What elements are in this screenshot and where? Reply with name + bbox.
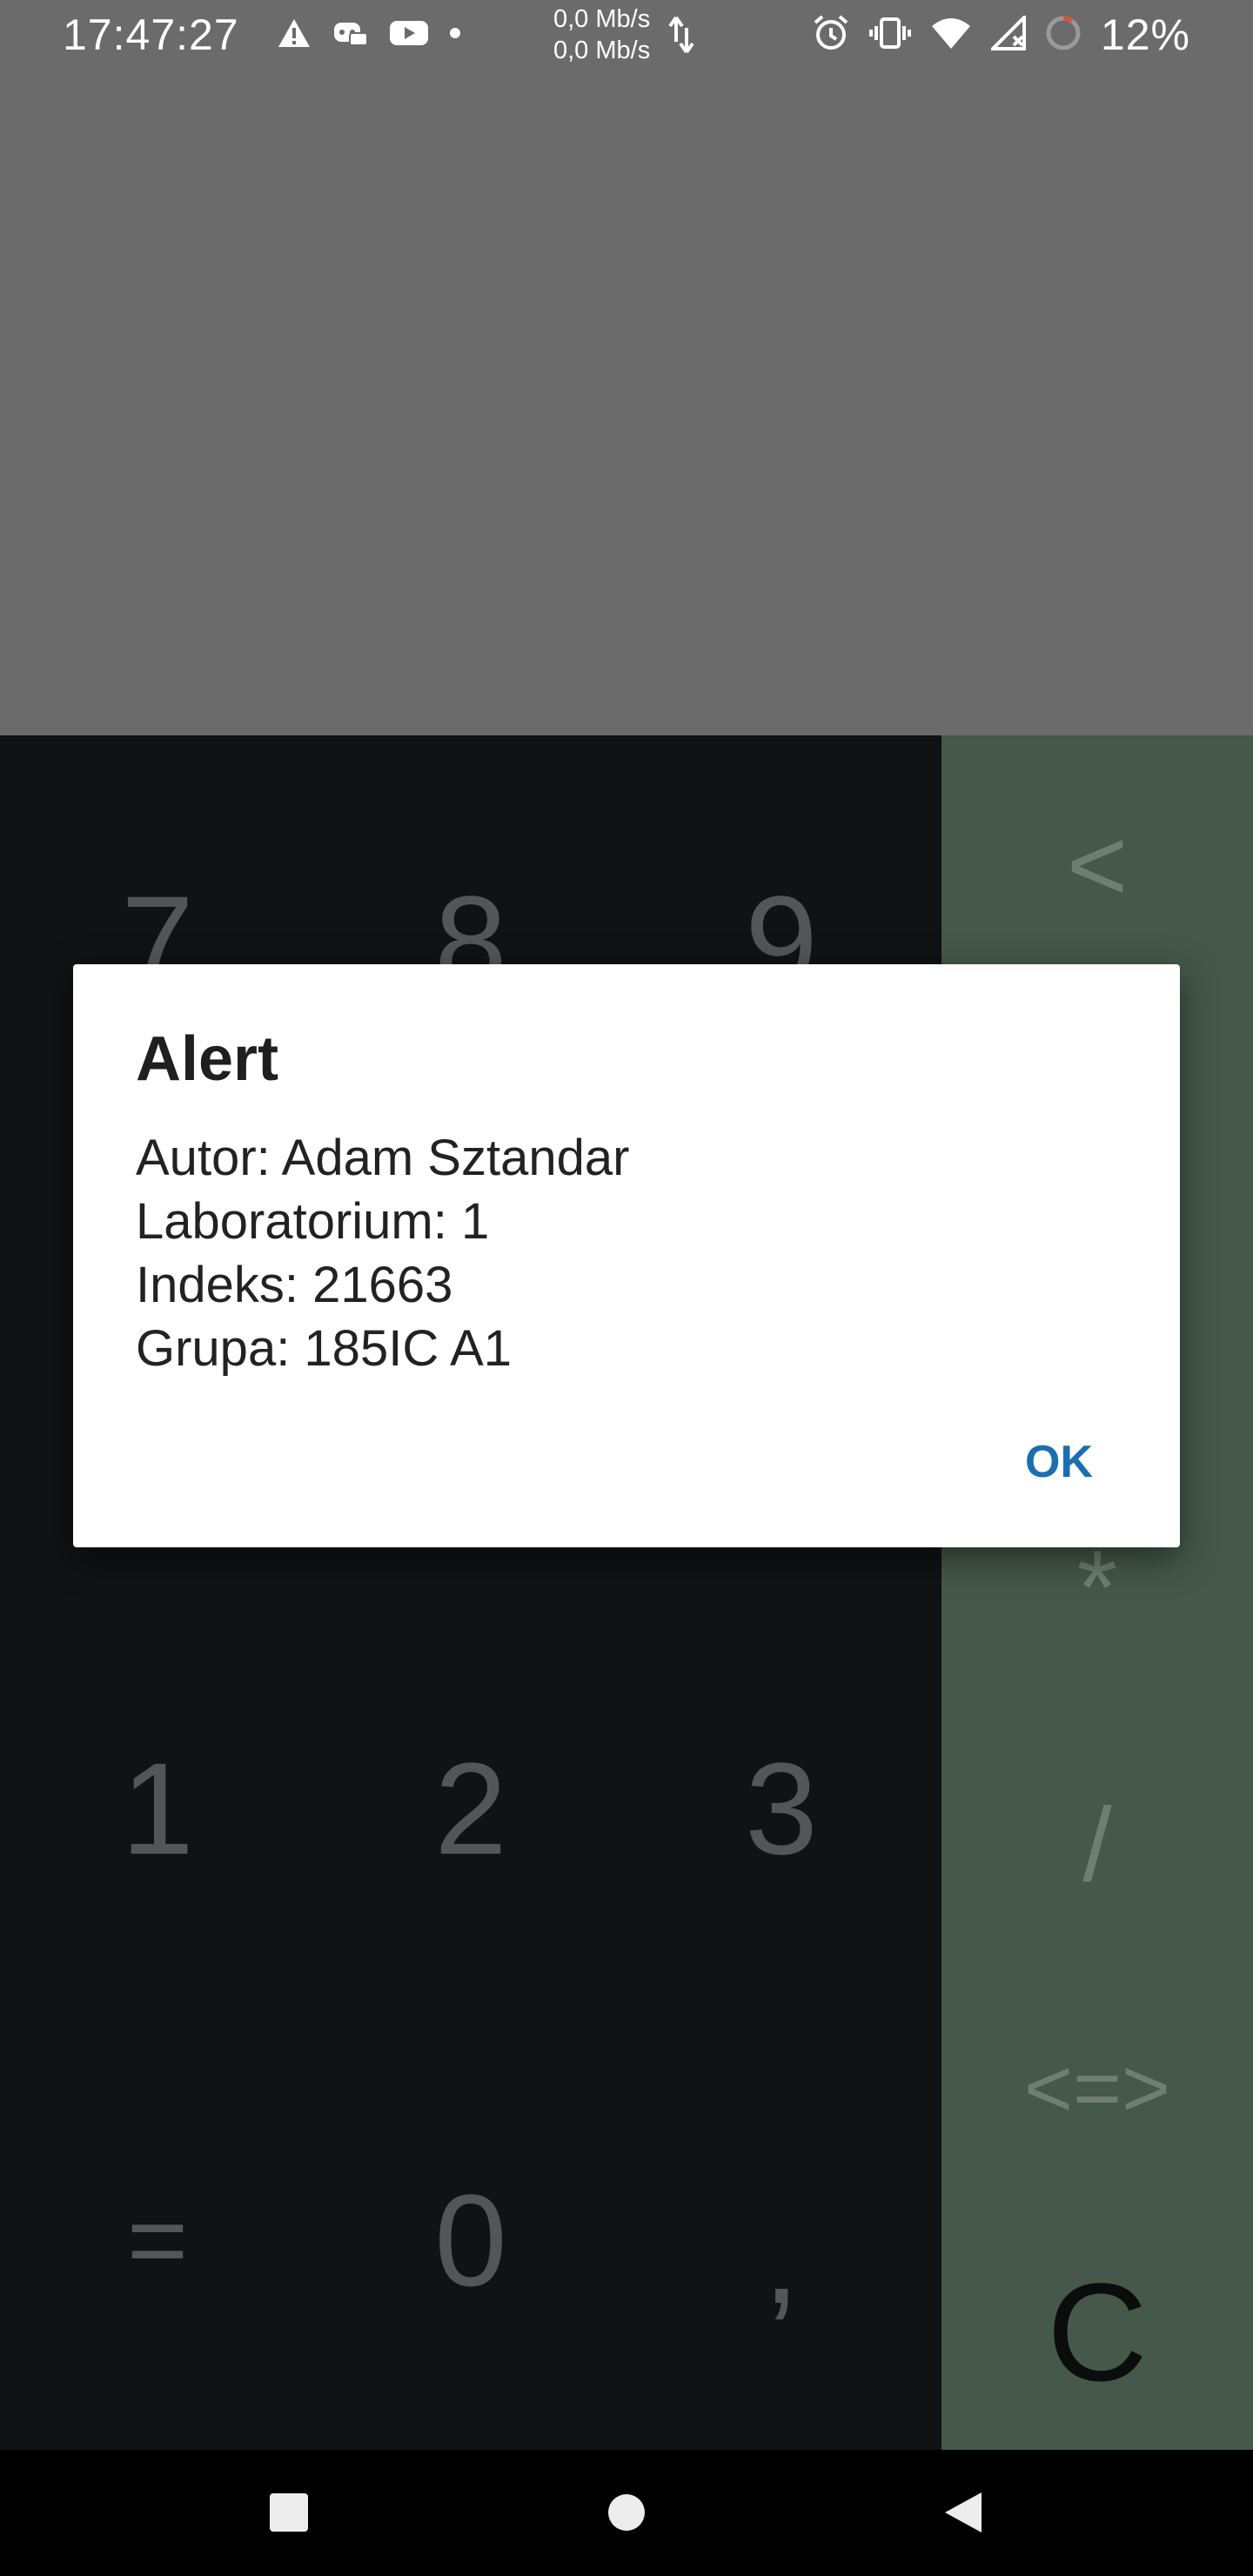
youtube-icon	[388, 17, 430, 53]
network-speed: 0,0 Mb/s 0,0 Mb/s	[553, 3, 650, 66]
recents-button[interactable]	[245, 2469, 332, 2556]
home-icon	[608, 2494, 645, 2531]
status-time: 17:47:27	[63, 10, 239, 59]
notification-icons	[277, 12, 461, 57]
key-equals[interactable]: =	[88, 2170, 227, 2310]
back-icon	[945, 2492, 982, 2532]
dialog-title: Alert	[136, 1024, 279, 1094]
key-backspace[interactable]: <	[941, 804, 1253, 926]
dialog-message: Autor: Adam Sztandar Laboratorium: 1 Ind…	[136, 1126, 629, 1380]
key-compare[interactable]: <=>	[941, 2028, 1253, 2150]
net-speed-up: 0,0 Mb/s	[553, 5, 651, 33]
back-button[interactable]	[919, 2469, 1006, 2556]
status-bar: 17:47:27 0,0 Mb/s 0,0 Mb/s 12%	[0, 0, 1253, 70]
dot-icon	[449, 27, 461, 44]
data-transfer-icon	[668, 12, 694, 62]
key-clear[interactable]: C	[941, 2263, 1253, 2402]
vibrate-icon	[868, 16, 911, 55]
ok-button[interactable]: OK	[1015, 1427, 1103, 1497]
discord-icon	[331, 17, 369, 53]
key-divide[interactable]: /	[941, 1784, 1253, 1906]
wifi-icon	[930, 16, 972, 55]
dialog-line-group: Grupa: 185IC A1	[136, 1320, 513, 1377]
dialog-line-lab: Laboratorium: 1	[136, 1193, 490, 1250]
system-icons: 12%	[812, 9, 1190, 61]
key-3[interactable]: 3	[712, 1739, 851, 1878]
alarm-icon	[812, 14, 850, 57]
alert-dialog: Alert Autor: Adam Sztandar Laboratorium:…	[73, 964, 1180, 1547]
key-comma[interactable]: ,	[712, 2188, 851, 2327]
key-2[interactable]: 2	[401, 1739, 540, 1878]
dialog-line-index: Indeks: 21663	[136, 1257, 453, 1313]
recents-icon	[270, 2493, 308, 2532]
warning-icon	[277, 17, 312, 53]
key-1[interactable]: 1	[88, 1739, 227, 1878]
dialog-line-author: Autor: Adam Sztandar	[136, 1130, 630, 1186]
navigation-bar	[0, 2450, 1253, 2576]
home-button[interactable]	[583, 2469, 670, 2556]
signal-icon	[988, 12, 1026, 55]
net-speed-down: 0,0 Mb/s	[553, 37, 651, 64]
key-0[interactable]: 0	[401, 2170, 540, 2310]
battery-ring-icon	[1045, 15, 1082, 56]
calculator-display	[0, 70, 1253, 735]
battery-percent: 12%	[1100, 10, 1190, 59]
